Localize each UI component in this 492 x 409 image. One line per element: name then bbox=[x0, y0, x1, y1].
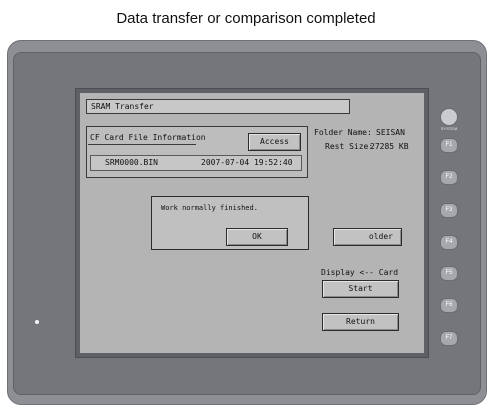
start-button[interactable]: Start bbox=[322, 280, 399, 298]
display-card-label: Display <-- Card bbox=[321, 268, 399, 277]
dialog-message: Work normally finished. bbox=[161, 204, 258, 212]
return-button[interactable]: Return bbox=[322, 313, 399, 331]
system-button[interactable] bbox=[440, 108, 458, 126]
access-button[interactable]: Access bbox=[248, 133, 301, 151]
system-label: SYSTEM bbox=[440, 126, 458, 131]
screen-title: SRAM Transfer bbox=[86, 99, 350, 114]
cf-card-info-underline bbox=[88, 144, 196, 145]
f2-key[interactable]: F2 bbox=[440, 170, 458, 185]
ok-button[interactable]: OK bbox=[226, 228, 288, 246]
folder-button[interactable]: older bbox=[333, 228, 402, 246]
f3-key[interactable]: F3 bbox=[440, 203, 458, 218]
rest-size-label: Rest Size: bbox=[325, 142, 374, 151]
file-name: SRM0000.BIN bbox=[105, 158, 158, 167]
f5-key[interactable]: F5 bbox=[440, 266, 458, 281]
folder-name-label: Folder Name: bbox=[314, 128, 372, 137]
power-led-icon bbox=[35, 320, 39, 324]
cf-card-info-label: CF Card File Information bbox=[90, 133, 206, 142]
folder-name-value: SEISAN bbox=[376, 128, 405, 137]
file-row[interactable]: SRM0000.BIN 2007-07-04 19:52:40 bbox=[90, 155, 302, 171]
rest-size-value: 27285 KB bbox=[370, 142, 409, 151]
f6-key[interactable]: F6 bbox=[440, 298, 458, 313]
f1-key[interactable]: F1 bbox=[440, 138, 458, 153]
file-datetime: 2007-07-04 19:52:40 bbox=[201, 158, 293, 167]
f4-key[interactable]: F4 bbox=[440, 235, 458, 250]
figure-caption: Data transfer or comparison completed bbox=[116, 10, 376, 27]
f7-key[interactable]: F7 bbox=[440, 331, 458, 346]
